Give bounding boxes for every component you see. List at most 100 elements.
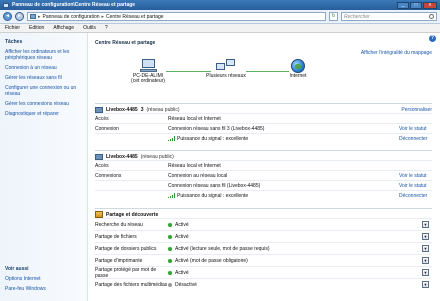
link-internet-options[interactable]: Options Internet [5,276,83,282]
sharing-row-printer: Partage d'imprimante Activé (mot de pass… [95,254,432,266]
network-name: Livebox-4485 [106,106,138,113]
expand-button[interactable]: ▼ [422,221,429,228]
minimize-button[interactable]: _ [397,1,409,9]
row-label: Accès [95,162,109,169]
menu-bar: Fichier Edition Affichage Outils ? [0,24,440,33]
row-value: Réseau local et Internet [168,115,221,122]
task-pane: Tâches Afficher les ordinateurs et les p… [0,33,88,301]
status-off-icon [168,282,172,287]
row-value: Connexion réseau sans fil 3 (Livebox-448… [168,125,265,132]
status-on-icon [168,234,172,239]
menu-view[interactable]: Affichage [53,25,74,31]
globe-icon [291,59,305,73]
computer-icon [138,59,158,73]
disconnect-link[interactable]: Déconnecter [399,136,432,142]
network-row: Accès Réseau local et Internet [95,113,432,123]
link-view-computers[interactable]: Afficher les ordinateurs et les périphér… [5,49,82,61]
network-block-1: Livebox-4485 3 (réseau public) Personnal… [95,103,432,143]
breadcrumb-control-panel[interactable]: Panneau de configuration [43,14,100,20]
expand-button[interactable]: ▼ [422,245,429,252]
link-setup-connection[interactable]: Configurer une connexion ou un réseau [5,85,82,97]
row-value: Connexion au réseau local [168,172,228,179]
network-header: Livebox-4485 3 (réseau public) Personnal… [95,103,432,113]
network-name: Livebox-4485 [106,153,138,160]
control-panel-icon [3,2,9,8]
network-block-2: Livebox-4485 (réseau public) Accès Résea… [95,150,432,200]
sharing-row-files: Partage de fichiers Activé ▼ [95,230,432,242]
network-bench-icon [95,106,103,113]
sharing-header: Partage et découverte [95,208,432,218]
menu-edit[interactable]: Edition [29,25,44,31]
full-map-link[interactable]: Afficher l'intégralité du mappage [361,50,432,56]
expand-button[interactable]: ▼ [422,233,429,240]
customize-link[interactable]: Personnaliser [401,107,432,113]
link-wireless-networks[interactable]: Gérer les réseaux sans fil [5,75,82,81]
row-value: Connexion réseau sans fil (Livebox-4485) [168,182,261,189]
expand-button[interactable]: ▼ [422,281,429,288]
node-label: Plusieurs réseaux [206,73,246,79]
sharing-status: Activé (mot de passe obligatoire) [175,257,248,264]
link-network-connections[interactable]: Gérer les connexions réseau [5,101,82,107]
maximize-button[interactable]: □ [410,1,422,9]
view-status-link[interactable]: Voir le statut [399,183,432,189]
address-field[interactable]: ▸ Panneau de configuration ▸ Centre Rése… [27,12,326,21]
sharing-row-password: Partage protégé par mot de passe Activé … [95,266,432,279]
close-button[interactable]: x [423,1,437,9]
title-bar: Panneau de configuration\Centre Réseau e… [0,0,440,10]
sharing-status: Activé [175,233,189,240]
search-input[interactable]: Rechercher [341,12,437,21]
network-header: Livebox-4485 (réseau public) [95,150,432,160]
network-row: Connexion Connexion réseau sans fil 3 (L… [95,123,432,133]
row-label: Connexion [95,125,119,132]
disconnect-link[interactable]: Déconnecter [399,193,432,199]
page-title: Centre Réseau et partage [95,40,156,46]
view-status-link[interactable]: Voir le statut [399,126,432,132]
network-type: (réseau public) [140,153,174,160]
control-panel-icon [30,14,36,19]
menu-help[interactable]: ? [105,25,108,31]
expand-button[interactable]: ▼ [422,257,429,264]
expand-button[interactable]: ▼ [422,269,429,276]
search-icon[interactable] [429,14,434,19]
node-multiple-networks[interactable]: Plusieurs réseaux [206,59,246,79]
view-status-link[interactable]: Voir le statut [399,173,432,179]
main-content: ? Centre Réseau et partage Afficher l'in… [88,33,440,301]
signal-strength-icon [168,193,175,198]
sharing-label: Partage protégé par mot de passe [95,266,157,279]
help-icon[interactable]: ? [429,35,436,42]
network-row: Puissance du signal : excellente Déconne… [95,133,432,143]
node-this-computer[interactable]: PC-DE-ALIMI (cet ordinateur) [130,59,166,84]
status-on-icon [168,246,172,251]
status-on-icon [168,258,172,263]
link-connect[interactable]: Connexion à un réseau [5,65,82,71]
breadcrumb-network-center[interactable]: Centre Réseau et partage [106,14,164,20]
sharing-status: Désactivé [175,281,197,288]
link-diagnose[interactable]: Diagnostiquer et réparer [5,111,82,117]
refresh-button[interactable]: ↻ [329,12,338,21]
menu-file[interactable]: Fichier [5,25,20,31]
back-button[interactable]: ◄ [3,12,12,21]
networks-icon [215,59,237,73]
node-internet[interactable]: Internet [283,59,313,79]
sharing-status: Activé [175,221,189,228]
signal-text: Puissance du signal : excellente [177,192,249,199]
status-on-icon [168,270,172,275]
window-title: Panneau de configuration\Centre Réseau e… [12,2,136,8]
network-number: 3 [140,106,144,113]
row-label: Connexions [95,172,122,179]
sharing-row-public-folders: Partage de dossiers publics Activé (lect… [95,242,432,254]
forward-button[interactable]: ► [15,12,24,21]
sharing-label: Partage de fichiers [95,233,137,240]
tasks-heading: Tâches [5,39,23,45]
link-firewall[interactable]: Pare-feu Windows [5,286,83,292]
sharing-row-media: Partage des fichiers multimédias Désacti… [95,278,432,290]
see-also-heading: Voir aussi [5,266,29,272]
network-row: Connexion réseau sans fil (Livebox-4485)… [95,180,432,190]
status-on-icon [168,222,172,227]
see-also-section: Voir aussi Options Internet Pare-feu Win… [5,266,83,296]
sharing-status: Activé (lecture seule, mot de passe requ… [175,245,270,252]
sharing-status: Activé [175,269,189,276]
sharing-section: Partage et découverte Recherche du résea… [95,208,432,290]
address-toolbar: ◄ ► ▸ Panneau de configuration ▸ Centre … [0,10,440,24]
menu-tools[interactable]: Outils [83,25,96,31]
